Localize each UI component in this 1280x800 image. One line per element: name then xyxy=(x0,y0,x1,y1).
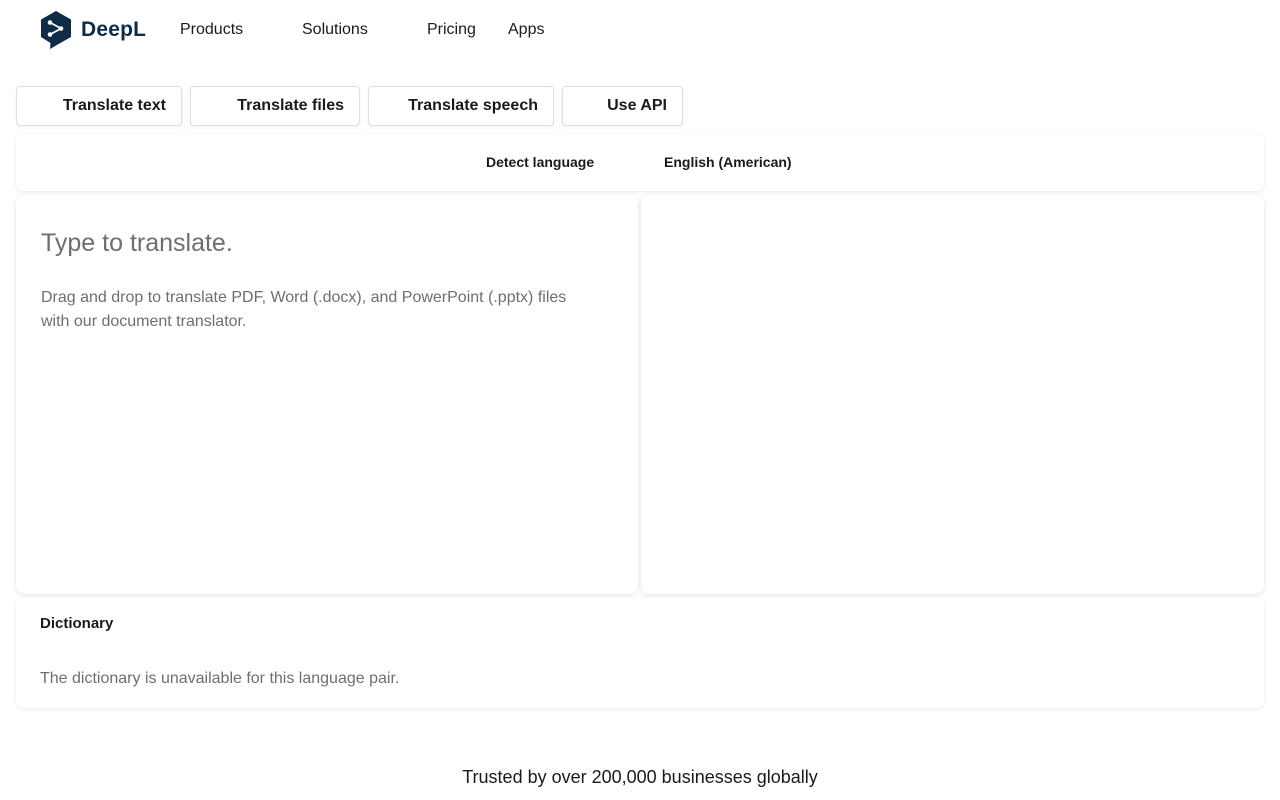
drop-files-hint: Drag and drop to translate PDF, Word (.d… xyxy=(41,289,567,330)
deepl-logo[interactable]: DeepL xyxy=(39,10,146,50)
dictionary-message: The dictionary is unavailable for this l… xyxy=(40,670,400,687)
tab-translate-speech[interactable]: Translate speech xyxy=(368,86,554,126)
trusted-tagline: Trusted by over 200,000 businesses globa… xyxy=(462,767,818,787)
source-language-selector[interactable]: Detect language xyxy=(486,153,594,171)
target-panel xyxy=(641,195,1264,594)
translation-output[interactable] xyxy=(666,223,1236,563)
dictionary-panel: Dictionary The dictionary is unavailable… xyxy=(16,598,1264,708)
nav-products[interactable]: Products xyxy=(180,20,243,40)
deepl-logo-icon xyxy=(39,10,73,50)
source-text-input[interactable] xyxy=(41,223,611,263)
nav-solutions[interactable]: Solutions xyxy=(302,20,368,40)
nav-apps[interactable]: Apps xyxy=(508,20,544,40)
brand-name: DeepL xyxy=(81,18,147,41)
target-language-selector[interactable]: English (American) xyxy=(664,153,792,171)
language-bar: Detect language English (American) xyxy=(16,134,1264,191)
tab-translate-files[interactable]: Translate files xyxy=(190,86,360,126)
top-navigation: DeepL Products Solutions Pricing Apps xyxy=(0,0,1280,60)
dictionary-title: Dictionary xyxy=(40,615,114,632)
tab-translate-text[interactable]: Translate text xyxy=(16,86,182,126)
nav-pricing[interactable]: Pricing xyxy=(427,20,476,40)
source-panel: Drag and drop to translate PDF, Word (.d… xyxy=(16,195,638,594)
tab-use-api[interactable]: Use API xyxy=(562,86,683,126)
